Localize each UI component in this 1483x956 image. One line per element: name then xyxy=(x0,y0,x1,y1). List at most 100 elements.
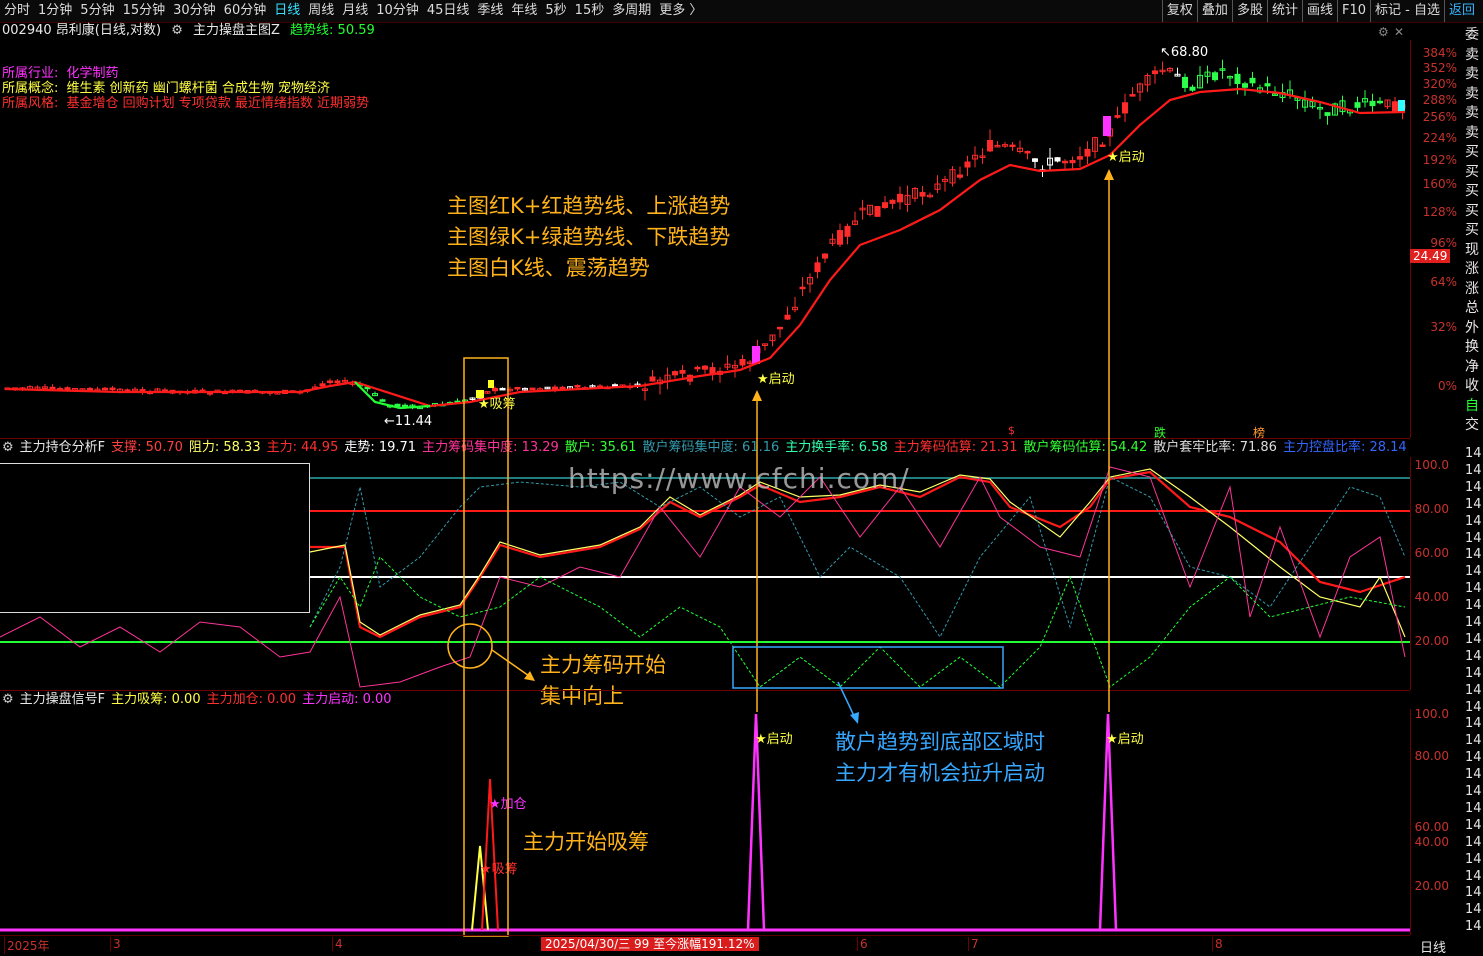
side-label-3[interactable]: 卖 xyxy=(1465,83,1483,103)
tool-button-7[interactable]: 返回 xyxy=(1443,0,1479,22)
period-tab-10[interactable]: 45日线 xyxy=(423,0,474,22)
panel3-value-0: 主力吸筹: 0.00 xyxy=(111,692,201,707)
period-tab-12[interactable]: 年线 xyxy=(507,0,541,22)
chip-line-1: 主力筹码开始 xyxy=(540,653,666,677)
panel2-value-4: 主力筹码集中度: 13.29 xyxy=(422,440,559,455)
candle-body-86 xyxy=(649,376,656,382)
candle-body-65 xyxy=(492,387,498,392)
period-tab-5[interactable]: 60分钟 xyxy=(220,0,271,22)
side-value-22: 14 xyxy=(1465,817,1482,833)
panel3-title[interactable]: 主力操盘信号F xyxy=(20,691,105,709)
period-tab-9[interactable]: 10分钟 xyxy=(372,0,423,22)
candle-body-112 xyxy=(844,225,851,237)
candle-body-140 xyxy=(1054,157,1061,162)
side-value-28: 14 xyxy=(1465,919,1482,935)
period-tab-1[interactable]: 1分钟 xyxy=(34,0,76,22)
side-value-3: 14 xyxy=(1465,496,1482,512)
tool-button-4[interactable]: 画线 xyxy=(1301,0,1337,22)
trend-line-value: 趋势线: 50.59 xyxy=(290,23,375,38)
candle-body-76 xyxy=(574,385,581,388)
side-label-18[interactable]: 收 xyxy=(1465,375,1483,395)
signal-add: ★加仓 xyxy=(489,797,527,812)
tool-button-6[interactable]: 标记 - 自选 xyxy=(1370,0,1444,22)
side-label-8[interactable]: 买 xyxy=(1465,180,1483,200)
side-label-20[interactable]: 交 xyxy=(1465,414,1483,434)
side-label-4[interactable]: 卖 xyxy=(1465,102,1483,122)
period-tab-16[interactable]: 更多 〉 xyxy=(655,0,706,22)
signal-chart[interactable] xyxy=(0,709,1410,935)
side-value-16: 14 xyxy=(1465,716,1482,732)
period-tab-8[interactable]: 月线 xyxy=(338,0,372,22)
candle-body-93 xyxy=(702,365,708,370)
start-label-1: ★启动 xyxy=(757,372,795,387)
side-label-15[interactable]: 外 xyxy=(1465,317,1483,337)
panel2-axis-tick-4: 20.00 xyxy=(1414,634,1449,648)
candle-body-108 xyxy=(814,262,821,273)
candle-body-176 xyxy=(1324,112,1331,116)
side-label-6[interactable]: 买 xyxy=(1465,141,1483,161)
panel3-value-1: 主力加仓: 0.00 xyxy=(206,692,297,707)
panel3-gear-icon[interactable]: ⚙ xyxy=(2,691,14,709)
side-value-19: 14 xyxy=(1465,767,1482,783)
candle-body-165 xyxy=(1242,83,1248,88)
period-tab-4[interactable]: 30分钟 xyxy=(169,0,220,22)
side-label-13[interactable]: 涨 xyxy=(1465,278,1483,298)
period-tab-daily[interactable]: 日线 xyxy=(1420,937,1446,956)
event-marker-dollar[interactable]: $ xyxy=(1008,424,1015,437)
candle-body-146 xyxy=(1099,144,1106,148)
panel3-axis-tick-3: 40.00 xyxy=(1414,835,1449,849)
period-tab-7[interactable]: 周线 xyxy=(304,0,338,22)
period-tab-14[interactable]: 15秒 xyxy=(571,0,609,22)
side-label-12[interactable]: 涨 xyxy=(1465,258,1483,278)
period-tab-0[interactable]: 分时 xyxy=(0,0,34,22)
candle-body-13 xyxy=(102,387,108,391)
tool-button-2[interactable]: 多股 xyxy=(1231,0,1267,22)
side-label-11[interactable]: 现 xyxy=(1465,239,1483,259)
tool-button-3[interactable]: 统计 xyxy=(1266,0,1302,22)
period-tab-2[interactable]: 5分钟 xyxy=(76,0,118,22)
settings-icon[interactable]: ⚙ xyxy=(1378,25,1389,39)
period-tab-11[interactable]: 季线 xyxy=(473,0,507,22)
candle-body-134 xyxy=(1009,144,1016,148)
side-value-10: 14 xyxy=(1465,615,1482,630)
panel2-gear-icon[interactable]: ⚙ xyxy=(2,439,14,457)
candle-body-90 xyxy=(679,369,686,374)
side-label-2[interactable]: 卖 xyxy=(1465,63,1483,83)
panel3-value-2: 主力启动: 0.00 xyxy=(302,692,392,707)
side-label-14[interactable]: 总 xyxy=(1465,297,1483,317)
candle-body-153 xyxy=(1152,70,1158,75)
period-tab-15[interactable]: 多周期 xyxy=(608,0,655,22)
retail-line-1: 散户趋势到底部区域时 xyxy=(835,730,1045,754)
candle-body-111 xyxy=(837,230,843,245)
side-label-5[interactable]: 卖 xyxy=(1465,122,1483,142)
side-label-17[interactable]: 净 xyxy=(1465,356,1483,376)
side-value-5: 14 xyxy=(1465,530,1482,546)
period-tab-13[interactable]: 5秒 xyxy=(541,0,570,22)
quote-side-panel-lower: 14 14 14 14 14 14 14 14 14 14 14 14 14 14 14 14 14 14 14 14… xyxy=(1462,446,1483,936)
candle-body-106 xyxy=(799,286,806,290)
period-tab-3[interactable]: 15分钟 xyxy=(119,0,170,22)
side-label-19[interactable]: 自 xyxy=(1465,395,1483,415)
side-label-0[interactable]: 委 xyxy=(1465,24,1483,44)
side-value-2: 14 xyxy=(1465,479,1482,495)
side-label-10[interactable]: 买 xyxy=(1465,219,1483,239)
close-icon[interactable]: ✕ xyxy=(1394,25,1404,39)
gear-icon[interactable]: ⚙ xyxy=(171,22,183,40)
side-label-7[interactable]: 买 xyxy=(1465,161,1483,181)
period-tab-6[interactable]: 日线 xyxy=(270,0,304,22)
candle-body-158 xyxy=(1189,86,1196,91)
panel2-title[interactable]: 主力持仓分析F xyxy=(20,439,105,457)
side-value-14: 14 xyxy=(1465,682,1482,698)
tool-button-0[interactable]: 复权 xyxy=(1161,0,1197,22)
panel2-value-2: 主力: 44.95 xyxy=(266,440,339,455)
tool-button-1[interactable]: 叠加 xyxy=(1196,0,1232,22)
tool-button-5[interactable]: F10 xyxy=(1336,0,1370,22)
indicator-name[interactable]: 主力操盘主图Z xyxy=(193,22,280,40)
side-label-9[interactable]: 买 xyxy=(1465,200,1483,220)
main-axis-tick-7: 160% xyxy=(1422,177,1457,191)
panel3-axis-tick-0: 100.0 xyxy=(1414,707,1449,721)
side-label-1[interactable]: 卖 xyxy=(1465,44,1483,64)
month-tick-0: 2025年 xyxy=(4,937,50,954)
candle-body-157 xyxy=(1182,76,1188,88)
side-label-16[interactable]: 换 xyxy=(1465,336,1483,356)
